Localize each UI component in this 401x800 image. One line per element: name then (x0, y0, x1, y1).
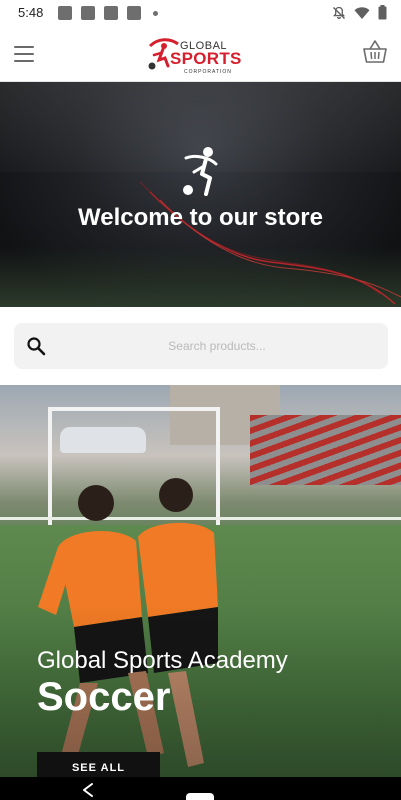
app-notification-icon (104, 6, 118, 20)
search-bar (14, 323, 388, 369)
wifi-icon (354, 6, 370, 19)
logo-text-sports: SPORTS (170, 49, 242, 68)
status-bar: 5:48 (0, 0, 401, 26)
soccer-player-icon (183, 147, 218, 196)
hero-banner: Welcome to our store (0, 82, 401, 307)
logo-text-corporation: CORPORATION (184, 69, 232, 75)
shopping-basket-icon[interactable] (361, 38, 389, 66)
hamburger-menu-icon[interactable] (14, 40, 42, 68)
promo-subtitle: Global Sports Academy (37, 647, 288, 674)
brand-logo[interactable]: GLOBAL SPORTS CORPORATION (144, 32, 260, 76)
see-all-button[interactable]: SEE ALL (37, 752, 160, 777)
status-icons (332, 5, 387, 20)
back-icon[interactable] (80, 781, 96, 797)
battery-icon (378, 5, 387, 20)
system-nav-bar (0, 777, 401, 800)
background-stands (250, 415, 401, 485)
search-icon[interactable] (26, 336, 46, 356)
app-notification-icon (81, 6, 95, 20)
status-time: 5:48 (18, 5, 44, 20)
promo-title: Soccer (37, 675, 171, 719)
app-notification-icon (58, 6, 72, 20)
app-notification-icon (127, 6, 141, 20)
hero-title: Welcome to our store (78, 204, 323, 231)
notifications-off-icon (332, 6, 346, 19)
more-notifications-icon (153, 11, 158, 16)
search-input[interactable] (62, 323, 372, 369)
home-pill-icon[interactable] (186, 793, 214, 800)
promo-card-soccer[interactable]: Global Sports Academy Soccer SEE ALL (0, 385, 401, 777)
app-header: GLOBAL SPORTS CORPORATION (0, 26, 401, 82)
